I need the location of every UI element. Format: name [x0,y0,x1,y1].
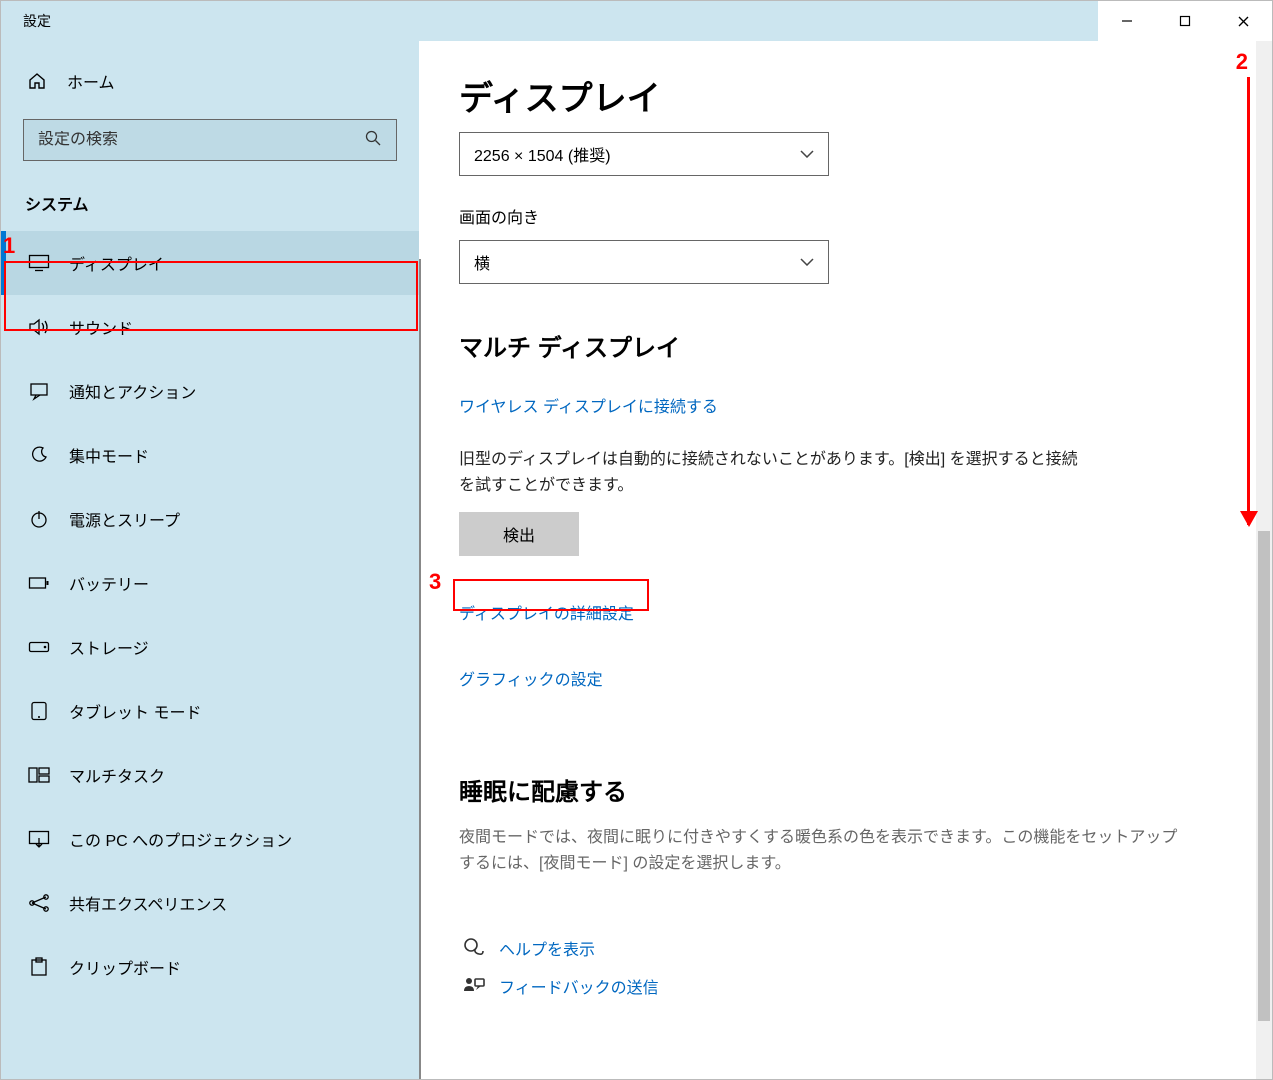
help-icon [459,937,489,959]
home-icon [27,71,53,91]
sidebar-item-power[interactable]: 電源とスリープ [1,487,419,551]
content-pane: ディスプレイ 2256 × 1504 (推奨) 画面の向き 横 マルチ ディスプ… [419,41,1272,1079]
search-input[interactable] [38,131,364,149]
search-icon [364,129,382,151]
sidebar-item-storage[interactable]: ストレージ [1,615,419,679]
sidebar-item-label: この PC へのプロジェクション [69,827,292,851]
sidebar-item-label: タブレット モード [69,699,201,723]
sidebar-item-label: 集中モード [69,443,149,467]
annotation-number-3: 3 [429,569,441,595]
close-button[interactable] [1214,1,1272,41]
multi-display-heading: マルチ ディスプレイ [459,328,1232,363]
feedback-icon [459,976,489,996]
scrollbar-track[interactable] [1256,41,1272,1079]
sidebar-item-tablet[interactable]: タブレット モード [1,679,419,743]
sidebar-item-label: サウンド [69,315,133,339]
wireless-connect-link[interactable]: ワイヤレス ディスプレイに接続する [459,393,718,417]
advanced-display-link[interactable]: ディスプレイの詳細設定 [459,600,634,624]
page-title: ディスプレイ [459,71,1232,120]
tablet-icon [27,701,51,721]
sidebar-item-label: ディスプレイ [69,251,164,275]
storage-icon [27,641,51,653]
sleep-heading: 睡眠に配慮する [459,772,1232,807]
focus-icon [27,445,51,465]
sidebar-item-sound[interactable]: サウンド [1,295,419,359]
titlebar: 設定 [1,1,1272,41]
sidebar-item-multitask[interactable]: マルチタスク [1,743,419,807]
help-row: ヘルプを表示 [459,936,1232,960]
sidebar-item-shared[interactable]: 共有エクスペリエンス [1,871,419,935]
notifications-icon [27,381,51,401]
chevron-down-icon [800,255,814,269]
search-box[interactable] [23,119,397,161]
detect-description: 旧型のディスプレイは自動的に接続されないことがあります。[検出] を選択すると接… [459,447,1079,498]
sound-icon [27,318,51,336]
home-label: ホーム [67,69,115,93]
feedback-link[interactable]: フィードバックの送信 [499,974,659,998]
home-link[interactable]: ホーム [1,59,419,103]
sidebar-section-header: システム [1,183,419,231]
annotation-arrow-2 [1247,77,1250,525]
sidebar-item-clipboard[interactable]: クリップボード [1,935,419,999]
shared-icon [27,893,51,913]
annotation-number-2: 2 [1236,49,1248,75]
sidebar-item-projection[interactable]: この PC へのプロジェクション [1,807,419,871]
power-icon [27,509,51,529]
multitask-icon [27,767,51,783]
orientation-label: 画面の向き [459,204,1232,228]
sidebar-item-notifications[interactable]: 通知とアクション [1,359,419,423]
sidebar: ホーム システム ディスプレイ サウンド 通知とアクション [1,41,419,1079]
sidebar-item-battery[interactable]: バッテリー [1,551,419,615]
graphics-settings-link[interactable]: グラフィックの設定 [459,666,603,690]
orientation-dropdown[interactable]: 横 [459,240,829,284]
clipboard-icon [27,957,51,977]
sidebar-item-label: 電源とスリープ [69,507,180,531]
scrollbar-thumb[interactable] [1258,531,1270,1021]
projection-icon [27,830,51,848]
annotation-number-1: 1 [3,233,15,259]
window-title: 設定 [1,11,51,31]
sidebar-item-label: クリップボード [69,955,181,979]
display-icon [27,254,51,272]
detect-button[interactable]: 検出 [459,512,579,556]
battery-icon [27,576,51,590]
resolution-value: 2256 × 1504 (推奨) [474,142,611,166]
feedback-row: フィードバックの送信 [459,974,1232,998]
sidebar-item-label: バッテリー [69,571,149,595]
orientation-value: 横 [474,250,490,274]
sidebar-item-focus[interactable]: 集中モード [1,423,419,487]
sleep-description: 夜間モードでは、夜間に眠りに付きやすくする暖色系の色を表示できます。この機能をセ… [459,825,1179,876]
sidebar-item-label: マルチタスク [69,763,165,787]
help-link[interactable]: ヘルプを表示 [499,936,595,960]
minimize-button[interactable] [1098,1,1156,41]
resolution-dropdown[interactable]: 2256 × 1504 (推奨) [459,132,829,176]
sidebar-item-display[interactable]: ディスプレイ [1,231,419,295]
sidebar-item-label: ストレージ [69,635,149,659]
sidebar-item-label: 通知とアクション [69,379,196,403]
sidebar-item-label: 共有エクスペリエンス [69,891,227,915]
chevron-down-icon [800,147,814,161]
window-controls [1098,1,1272,41]
maximize-button[interactable] [1156,1,1214,41]
